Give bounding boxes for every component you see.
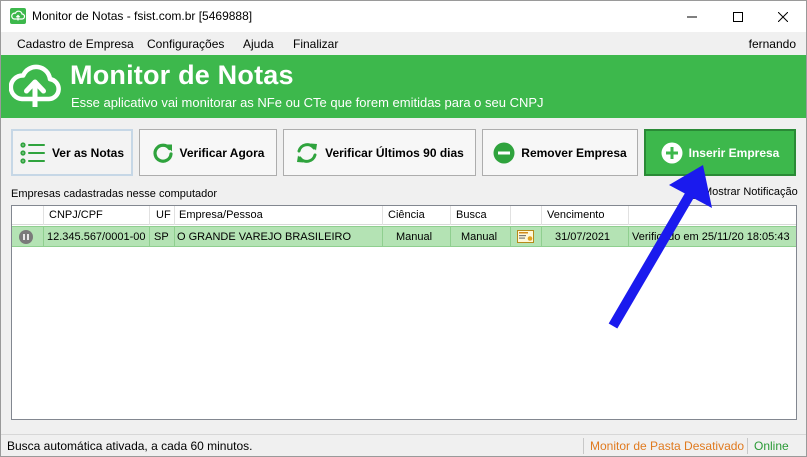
cell-uf: SP [154,231,169,243]
cell-ciencia: Manual [396,231,433,243]
col-vencimento[interactable]: Vencimento [547,209,604,221]
close-button[interactable] [760,1,806,32]
menu-configuracoes[interactable]: Configurações [147,37,224,51]
table-row[interactable]: 12.345.567/0001-00 SP O GRANDE VAREJO BR… [12,226,796,247]
menu-ajuda[interactable]: Ajuda [243,37,274,51]
sync-icon [297,142,318,163]
col-empresa[interactable]: Empresa/Pessoa [179,209,263,221]
ver-notas-button[interactable]: Ver as Notas [11,129,133,176]
grid-header: CNPJ/CPF UF Empresa/Pessoa Ciência Busca… [12,206,796,225]
verificar-agora-button[interactable]: Verificar Agora [139,129,277,176]
pause-icon[interactable] [19,230,33,244]
status-busca: Busca automática ativada, a cada 60 minu… [7,439,253,453]
minimize-button[interactable] [669,1,715,32]
remover-empresa-label: Remover Empresa [521,145,627,160]
window-title: Monitor de Notas - fsist.com.br [5469888… [32,9,253,23]
empresas-grid: CNPJ/CPF UF Empresa/Pessoa Ciência Busca… [11,205,797,420]
cloud-upload-icon [9,64,61,107]
header-title: Monitor de Notas [70,60,294,90]
cell-busca: Manual [461,231,498,243]
minimize-icon [687,16,697,17]
maximize-button[interactable] [715,1,761,32]
certificate-icon[interactable] [517,229,534,244]
app-header: Monitor de Notas Esse aplicativo vai mon… [1,55,806,118]
refresh-icon [153,143,173,163]
verificar-90-dias-label: Verificar Últimos 90 dias [325,145,464,160]
app-cloud-icon [10,8,26,24]
header-subtitle: Esse aplicativo vai monitorar as NFe ou … [71,95,544,110]
col-cnpj[interactable]: CNPJ/CPF [49,209,103,221]
mostrar-notificacao-checkbox[interactable] [687,187,699,199]
remove-icon [493,142,515,163]
cell-vencimento: 31/07/2021 [555,231,611,243]
cell-empresa: O GRANDE VAREJO BRASILEIRO [177,231,352,243]
maximize-icon [733,11,743,22]
user-name: fernando [748,37,796,51]
verificar-90-dias-button[interactable]: Verificar Últimos 90 dias [283,129,476,176]
col-uf[interactable]: UF [156,209,171,221]
menu-finalizar[interactable]: Finalizar [293,37,338,51]
cell-cnpj: 12.345.567/0001-00 [47,231,146,243]
status-online: Online [754,439,789,453]
menu-cadastro-empresa[interactable]: Cadastro de Empresa [17,37,134,51]
app-window: Monitor de Notas - fsist.com.br [5469888… [0,0,807,457]
col-ciencia[interactable]: Ciência [388,209,425,221]
status-bar: Busca automática ativada, a cada 60 minu… [1,434,806,456]
inserir-empresa-label: Inserir Empresa [688,145,780,160]
title-bar: Monitor de Notas - fsist.com.br [5469888… [1,1,806,32]
ver-notas-label: Ver as Notas [51,145,125,160]
mostrar-notificacao-label[interactable]: Mostrar Notificação [703,186,798,198]
verificar-agora-label: Verificar Agora [179,145,265,160]
close-icon [778,11,788,22]
status-monitor-pasta: Monitor de Pasta Desativado [590,439,745,453]
list-icon [20,141,45,164]
col-busca[interactable]: Busca [456,209,487,221]
cell-situacao: Verificado em 25/11/20 18:05:43 [632,231,790,243]
menu-bar: Cadastro de Empresa Configurações Ajuda … [1,32,806,55]
inserir-empresa-button[interactable]: Inserir Empresa [644,129,796,176]
remover-empresa-button[interactable]: Remover Empresa [482,129,638,176]
list-caption: Empresas cadastradas nesse computador [11,188,218,200]
add-icon [661,142,683,163]
